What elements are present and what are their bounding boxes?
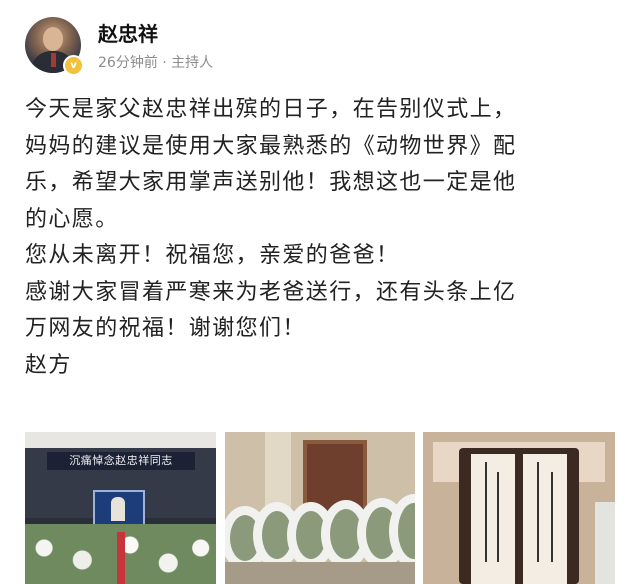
post-line: 乐，希望大家用掌声送别他！我想这也一定是他 <box>25 170 517 195</box>
post-line: 感谢大家冒着严寒来为老爸送行，还有头条上亿 <box>25 279 517 305</box>
post-line: 今天是家父赵忠祥出殡的日子，在告别仪式上， <box>25 97 517 122</box>
author-name[interactable]: 赵忠祥 <box>98 18 158 47</box>
calligraphy-scroll-left <box>471 454 515 584</box>
calligraphy-stroke <box>537 462 539 562</box>
post-meta: 26分钟前 · 主持人 <box>98 55 214 71</box>
post-line: 妈妈的建议是使用大家最熟悉的《动物世界》配 <box>25 133 517 159</box>
photo-calligraphy[interactable] <box>423 432 615 584</box>
photo-ceiling <box>25 432 216 448</box>
verified-badge-icon: v <box>63 55 84 76</box>
calligraphy-stroke <box>551 472 553 562</box>
portrait-screen <box>93 490 145 528</box>
calligraphy-stroke <box>485 462 487 562</box>
photo-wreaths[interactable] <box>225 432 415 584</box>
post-line: 您从未离开！祝福您，亲爱的爸爸！ <box>25 243 400 268</box>
portrait-figure <box>111 497 125 521</box>
avatar-tie <box>51 53 56 67</box>
photo-memorial-hall[interactable]: 沉痛悼念赵忠祥同志 <box>25 432 216 584</box>
post-signature: 赵方 <box>25 352 72 378</box>
photo-floor <box>225 562 415 584</box>
photo-side-object <box>595 502 615 584</box>
post-line: 万网友的祝福！谢谢您们！ <box>25 316 306 341</box>
avatar-face <box>43 27 63 51</box>
calligraphy-stroke <box>497 472 499 562</box>
post-header: v 赵忠祥 26分钟前 · 主持人 <box>0 0 640 88</box>
post-line: 的心愿。 <box>25 206 119 232</box>
post-body: 今天是家父赵忠祥出殡的日子，在告别仪式上， 妈妈的建议是使用大家最熟悉的《动物世… <box>25 92 625 384</box>
red-carpet <box>117 532 125 584</box>
photo-gallery: 沉痛悼念赵忠祥同志 <box>25 432 615 584</box>
memorial-banner: 沉痛悼念赵忠祥同志 <box>47 452 195 470</box>
calligraphy-scroll-right <box>523 454 567 584</box>
